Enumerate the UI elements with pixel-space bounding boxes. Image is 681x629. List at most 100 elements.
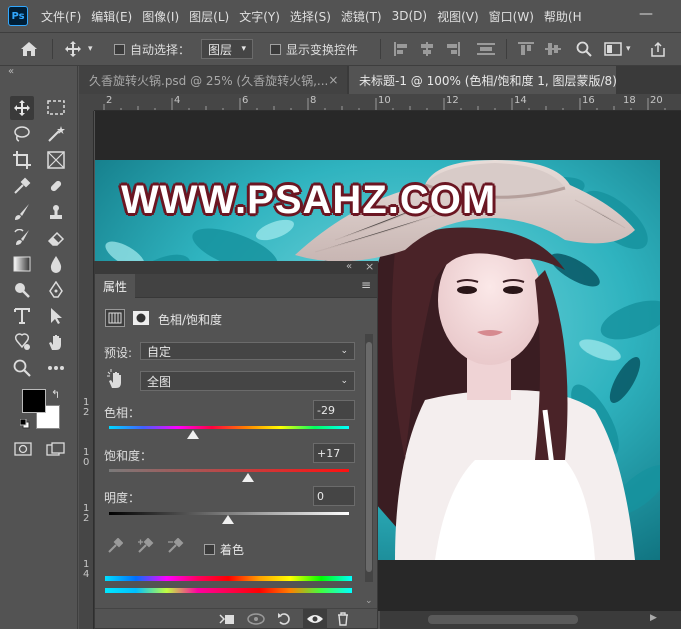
dodge-tool-icon[interactable]	[10, 278, 34, 302]
layer-mask-icon[interactable]	[131, 309, 151, 327]
saturation-input[interactable]: +17	[313, 443, 355, 463]
magic-wand-tool-icon[interactable]	[44, 122, 68, 146]
history-brush-tool-icon[interactable]	[10, 226, 34, 250]
menu-help[interactable]: 帮助(H	[539, 8, 587, 25]
frame-tool-icon[interactable]	[44, 148, 68, 172]
add-to-sample-eyedropper-icon[interactable]	[137, 537, 155, 557]
clip-to-layer-icon[interactable]	[219, 612, 235, 629]
tab-properties[interactable]: 属性	[95, 274, 136, 298]
scroll-down-icon[interactable]: ⌄	[365, 596, 373, 606]
menu-3d[interactable]: 3D(D)	[387, 9, 432, 23]
preset-dropdown[interactable]: 自定 ⌄	[140, 342, 355, 360]
collapse-panel-icon[interactable]: «	[8, 66, 14, 77]
channel-dropdown[interactable]: 全图 ⌄	[140, 371, 355, 391]
close-icon[interactable]: ×	[328, 73, 338, 87]
toggle-visibility-icon[interactable]	[303, 609, 327, 629]
menu-file[interactable]: 文件(F)	[36, 8, 86, 25]
panel-drag-bar[interactable]: « ×	[95, 260, 377, 274]
menu-edit[interactable]: 编辑(E)	[86, 8, 137, 25]
quick-mask-icon[interactable]	[14, 442, 32, 459]
align-top-icon[interactable]	[518, 33, 534, 65]
search-icon[interactable]	[576, 33, 592, 65]
checkbox-box[interactable]	[114, 43, 125, 55]
healing-brush-tool-icon[interactable]	[44, 174, 68, 198]
align-center-icon[interactable]	[419, 33, 435, 65]
chevron-down-icon[interactable]: ▾	[88, 44, 93, 54]
hue-input[interactable]: -29	[313, 400, 355, 420]
lasso-tool-icon[interactable]	[10, 122, 34, 146]
delete-icon[interactable]	[336, 612, 350, 629]
menu-filter[interactable]: 滤镜(T)	[336, 8, 387, 25]
colorize-checkbox[interactable]: 着色	[204, 541, 244, 558]
scroll-right-icon[interactable]: ▶	[650, 613, 657, 623]
view-previous-state-icon[interactable]	[247, 612, 265, 629]
swap-colors-icon[interactable]: ↰	[51, 388, 60, 401]
saturation-slider-track[interactable]	[109, 469, 349, 472]
move-tool-icon[interactable]	[10, 96, 34, 120]
distribute-icon[interactable]	[477, 33, 495, 65]
photoshop-logo-icon[interactable]: Ps	[8, 6, 28, 26]
marquee-tool-icon[interactable]	[44, 96, 68, 120]
screen-mode-icon[interactable]	[46, 442, 66, 459]
type-tool-icon[interactable]	[10, 304, 34, 328]
pen-tool-icon[interactable]	[44, 278, 68, 302]
show-transform-checkbox[interactable]: 显示变换控件	[270, 33, 358, 65]
tab-document-1[interactable]: 久香旋转火锅.psd @ 25% (久香旋转火锅,... ×	[79, 66, 347, 94]
panel-scrollbar[interactable]	[365, 334, 373, 582]
auto-select-target-dropdown[interactable]: 图层 ▾	[201, 33, 253, 65]
align-middle-icon[interactable]	[545, 33, 561, 65]
hue-slider-thumb[interactable]	[187, 430, 199, 439]
more-tools-icon[interactable]	[44, 356, 68, 380]
ruler-tick-label: 6	[242, 95, 249, 106]
menu-type[interactable]: 文字(Y)	[234, 8, 285, 25]
close-icon[interactable]: ×	[365, 260, 374, 273]
clone-stamp-tool-icon[interactable]	[44, 200, 68, 224]
saturation-slider-thumb[interactable]	[242, 473, 254, 482]
horizontal-scrollbar[interactable]: ▶	[380, 611, 681, 629]
menu-window[interactable]: 窗口(W)	[484, 8, 539, 25]
panel-menu-icon[interactable]: ≡	[361, 278, 371, 292]
move-tool-preset-icon[interactable]: ▾	[64, 33, 93, 65]
lightness-input[interactable]: 0	[313, 486, 355, 506]
gradient-tool-icon[interactable]	[10, 252, 34, 276]
hand-tool-icon[interactable]	[44, 330, 68, 354]
checkbox-box[interactable]	[270, 43, 281, 55]
tab-label: 久香旋转火锅.psd @ 25% (久香旋转火锅,...	[89, 73, 329, 88]
eraser-tool-icon[interactable]	[44, 226, 68, 250]
menu-image[interactable]: 图像(I)	[137, 8, 184, 25]
brush-tool-icon[interactable]	[10, 200, 34, 224]
tab-document-2[interactable]: 未标题-1 @ 100% (色相/饱和度 1, 图层蒙版/8) * ×	[349, 66, 616, 94]
scrollbar-thumb[interactable]	[366, 342, 372, 572]
toolbox: « ↰	[0, 66, 78, 629]
auto-select-checkbox[interactable]: 自动选择：	[114, 33, 190, 65]
menu-view[interactable]: 视图(V)	[432, 8, 484, 25]
default-colors-icon[interactable]	[19, 418, 30, 429]
crop-tool-icon[interactable]	[10, 148, 34, 172]
checkbox-box[interactable]	[204, 544, 215, 555]
custom-shape-tool-icon[interactable]	[10, 330, 34, 354]
foreground-color-swatch[interactable]	[22, 389, 46, 413]
lightness-slider-thumb[interactable]	[222, 515, 234, 524]
blur-tool-icon[interactable]	[44, 252, 68, 276]
share-icon[interactable]	[650, 33, 666, 65]
align-right-icon[interactable]	[445, 33, 461, 65]
menu-layer[interactable]: 图层(L)	[184, 8, 234, 25]
collapse-panel-icon[interactable]: «	[346, 261, 352, 272]
workspace-icon[interactable]: ▾	[604, 33, 631, 65]
scrollbar-thumb[interactable]	[428, 615, 578, 624]
menu-select[interactable]: 选择(S)	[285, 8, 336, 25]
home-icon[interactable]	[20, 33, 38, 65]
path-selection-tool-icon[interactable]	[44, 304, 68, 328]
hue-slider-track[interactable]	[109, 426, 349, 429]
minimize-icon[interactable]: —	[639, 6, 653, 22]
align-left-icon[interactable]	[393, 33, 409, 65]
zoom-tool-icon[interactable]	[10, 356, 34, 380]
hue-saturation-adjustment-icon[interactable]	[105, 309, 125, 327]
eyedropper-icon[interactable]	[107, 537, 124, 557]
targeted-adjustment-hand-icon[interactable]	[107, 369, 125, 392]
chevron-down-icon[interactable]: ▾	[626, 44, 631, 54]
eyedropper-tool-icon[interactable]	[10, 174, 34, 198]
tab-label: 未标题-1 @ 100% (色相/饱和度 1, 图层蒙版/8) *	[359, 73, 616, 88]
reset-icon[interactable]	[277, 612, 293, 629]
subtract-from-sample-eyedropper-icon[interactable]	[167, 537, 185, 557]
